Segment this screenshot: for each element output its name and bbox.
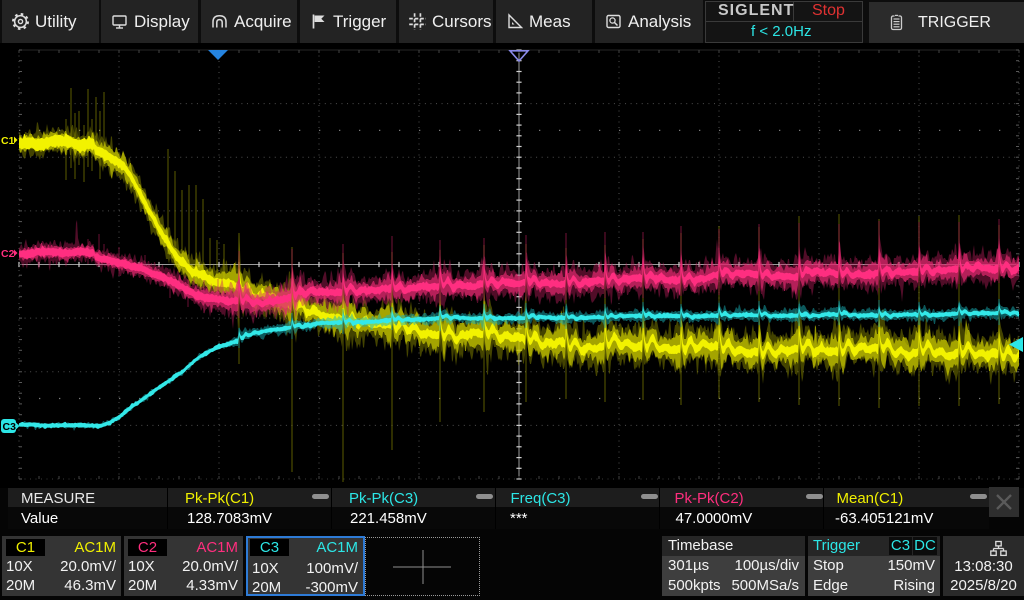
svg-text:C2: C2	[1, 248, 15, 260]
svg-text:C1: C1	[1, 135, 15, 147]
svg-text:C3: C3	[3, 421, 17, 433]
